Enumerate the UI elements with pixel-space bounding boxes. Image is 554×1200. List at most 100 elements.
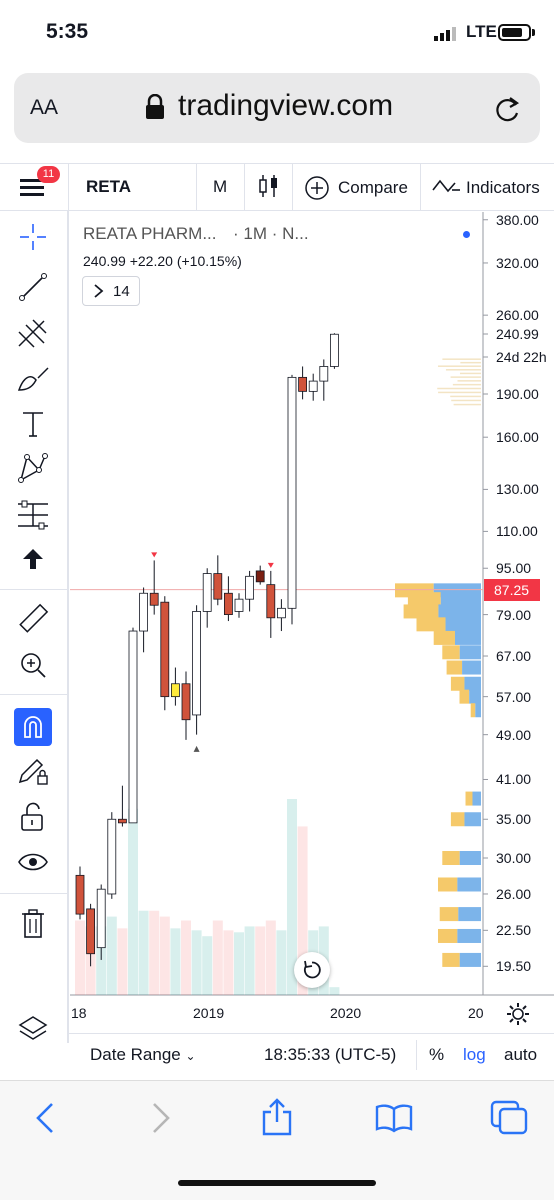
volume-profile-bar: [451, 376, 481, 378]
price-label: 130.00: [496, 481, 539, 497]
volume-profile-bar: [434, 631, 455, 645]
price-label: 24d 22h: [496, 349, 547, 365]
log-toggle[interactable]: log: [463, 1045, 486, 1065]
legend-change: +22.20 (+10.15%): [130, 253, 242, 269]
volume-profile-bar: [457, 877, 481, 891]
forward-icon[interactable]: [150, 1102, 172, 1134]
price-label: 320.00: [496, 255, 539, 271]
volume-profile-bar: [438, 929, 457, 943]
chevron-right-icon: [93, 284, 105, 298]
volume-profile-bar: [471, 703, 476, 717]
volume-bar: [128, 809, 138, 995]
candle-body: [193, 611, 201, 715]
candle-body: [224, 593, 232, 614]
volume-profile-bar: [442, 645, 459, 659]
volume-profile-bar: [464, 812, 481, 826]
volume-profile-bar: [447, 661, 462, 675]
candle-body: [320, 366, 328, 381]
volume-bar: [117, 928, 127, 995]
volume-profile-bar: [446, 369, 481, 371]
candle-body: [309, 381, 317, 391]
price-label: 79.00: [496, 607, 531, 623]
volume-profile-bar: [438, 604, 481, 618]
percent-toggle[interactable]: %: [429, 1045, 444, 1065]
volume-bar: [170, 928, 180, 995]
candle-body: [140, 593, 148, 631]
volume-profile-bar: [460, 645, 481, 659]
volume-profile-bar: [451, 812, 465, 826]
date-range-button[interactable]: Date Range ⌄: [90, 1045, 196, 1065]
volume-profile-bar: [454, 404, 481, 406]
volume-profile-bar: [442, 358, 481, 360]
volume-profile-bar: [404, 604, 439, 618]
volume-profile-bar: [441, 592, 481, 606]
legend-price: 240.99: [83, 253, 126, 269]
price-label: 41.00: [496, 771, 531, 787]
volume-bar: [149, 911, 159, 995]
settings-gear-icon[interactable]: [506, 1002, 530, 1026]
bookmarks-icon[interactable]: [375, 1103, 413, 1133]
candle-body: [267, 585, 275, 618]
price-label: 380.00: [496, 212, 539, 228]
candle-body: [129, 631, 137, 823]
home-indicator: [178, 1180, 376, 1186]
volume-profile-bar: [438, 365, 481, 367]
price-label: 35.00: [496, 811, 531, 827]
back-icon[interactable]: [34, 1102, 56, 1134]
volume-profile-bar: [457, 929, 481, 943]
price-label: 110.00: [496, 523, 538, 539]
price-label: 260.00: [496, 307, 539, 323]
volume-bar: [202, 936, 212, 995]
volume-profile-bar: [460, 953, 481, 967]
candle-body: [256, 571, 264, 582]
volume-bar: [234, 932, 244, 995]
volume-bar: [75, 921, 85, 995]
candle-body: [150, 593, 158, 605]
volume-bar: [160, 917, 170, 995]
volume-bar: [276, 930, 286, 995]
volume-profile-bar: [460, 362, 481, 364]
candle-body: [97, 889, 105, 947]
candle-body: [108, 819, 116, 894]
volume-bar: [255, 926, 265, 995]
time-label: 2020: [330, 1005, 361, 1021]
candle-body: [171, 684, 179, 697]
volume-profile-bar: [451, 400, 481, 402]
volume-profile-bar: [446, 617, 481, 631]
volume-profile-bar: [464, 677, 481, 691]
volume-profile-bar: [469, 690, 481, 704]
volume-profile-bar: [442, 953, 459, 967]
legend-collapse-button[interactable]: [82, 276, 140, 306]
date-range-label: Date Range: [90, 1045, 181, 1064]
volume-profile-bar: [440, 907, 459, 921]
candle-body: [299, 377, 307, 391]
volume-profile-bar: [450, 396, 481, 398]
volume-profile-bar: [472, 792, 481, 806]
volume-profile-bar: [460, 373, 481, 375]
buy-marker: [194, 746, 200, 752]
volume-bar: [181, 921, 191, 995]
legend-timeframe: · 1M · N...: [233, 224, 309, 244]
candle-body: [182, 684, 190, 720]
price-label: 30.00: [496, 850, 531, 866]
clock-label: 18:35:33 (UTC-5): [264, 1045, 396, 1065]
volume-profile-bar: [437, 388, 481, 390]
candle-body: [330, 334, 338, 366]
volume-profile-bar: [475, 703, 481, 717]
indicator-count: 14: [113, 283, 130, 300]
volume-profile-bar: [455, 631, 481, 645]
volume-bar: [223, 930, 233, 995]
volume-profile-bar: [462, 661, 481, 675]
volume-profile-bar: [453, 384, 481, 386]
volume-profile-bar: [460, 690, 470, 704]
reset-icon: [302, 960, 322, 980]
auto-toggle[interactable]: auto: [504, 1045, 537, 1065]
volume-profile-bar: [460, 851, 481, 865]
sell-marker: [268, 563, 274, 568]
tabs-icon[interactable]: [490, 1100, 528, 1136]
legend-symbol-name: REATA PHARM...: [83, 224, 217, 244]
candle-body: [214, 574, 222, 600]
share-icon[interactable]: [260, 1098, 294, 1136]
volume-bar: [266, 921, 276, 995]
time-label: 20: [468, 1005, 484, 1021]
